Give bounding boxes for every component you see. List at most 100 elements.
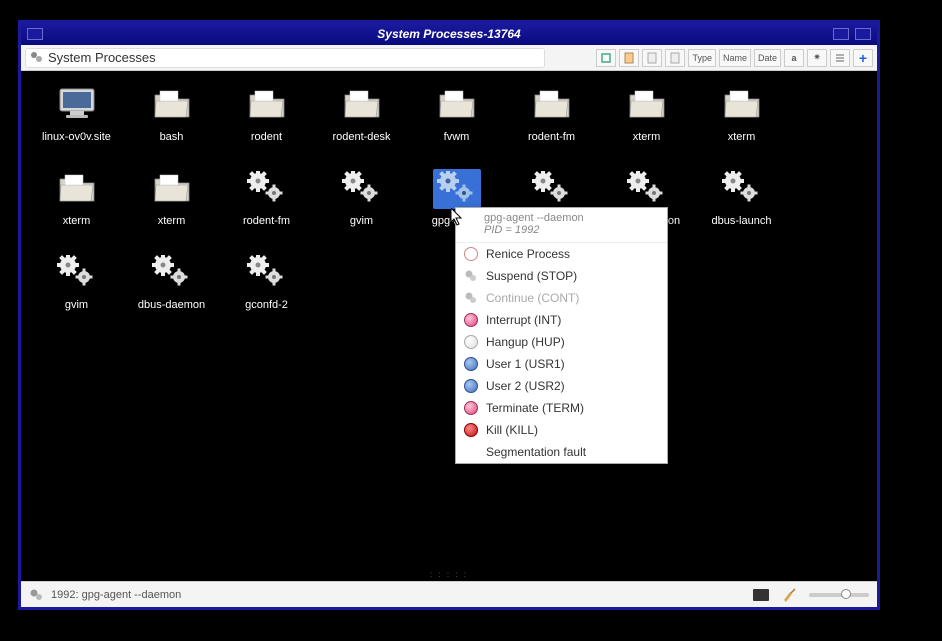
process-item[interactable]: rodent — [219, 81, 314, 165]
process-label: rodent-desk — [332, 131, 390, 143]
gears-icon — [338, 169, 386, 209]
process-label: xterm — [63, 215, 91, 227]
tool-doc1[interactable] — [619, 49, 639, 67]
process-item[interactable]: fvwm — [409, 81, 504, 165]
titlebar[interactable]: System Processes-13764 — [21, 23, 877, 45]
tool-font[interactable]: a — [784, 49, 804, 67]
signal-pink-icon — [464, 313, 478, 327]
zoom-thumb[interactable] — [841, 589, 851, 599]
app-icon — [30, 51, 44, 65]
gears-icon — [433, 169, 481, 209]
maximize-button[interactable] — [833, 28, 849, 40]
tool-add[interactable]: + — [853, 49, 873, 67]
signal-white-icon — [464, 335, 478, 349]
signal-clock-icon — [464, 247, 478, 261]
process-item[interactable]: dbus-daemon — [124, 249, 219, 333]
process-grid: linux-ov0v.site bash rodent rodent-desk fvwm… — [29, 81, 869, 333]
location-text: System Processes — [48, 50, 156, 65]
window-title: System Processes-13764 — [377, 27, 520, 41]
process-item[interactable]: xterm — [124, 165, 219, 249]
context-menu-title: gpg-agent --daemon — [484, 212, 657, 224]
process-label: rodent — [251, 131, 282, 143]
folder-icon — [243, 85, 291, 125]
process-item[interactable]: gvim — [314, 165, 409, 249]
tool-star[interactable]: ✷ — [807, 49, 827, 67]
menu-item: Continue (CONT) — [456, 287, 667, 309]
menu-item[interactable]: Suspend (STOP) — [456, 265, 667, 287]
signal-blue-icon — [464, 379, 478, 393]
status-terminal-icon[interactable] — [753, 588, 769, 602]
tool-list[interactable] — [830, 49, 850, 67]
menu-item-label: Segmentation fault — [486, 445, 586, 459]
content-area[interactable]: linux-ov0v.site bash rodent rodent-desk fvwm… — [21, 71, 877, 577]
tool-doc3[interactable] — [665, 49, 685, 67]
context-menu: gpg-agent --daemon PID = 1992 Renice Pro… — [455, 207, 668, 464]
folder-icon — [718, 85, 766, 125]
tool-doc2[interactable] — [642, 49, 662, 67]
process-item[interactable]: xterm — [694, 81, 789, 165]
menu-item-label: Renice Process — [486, 247, 570, 261]
process-item[interactable]: xterm — [599, 81, 694, 165]
menu-item-label: Hangup (HUP) — [486, 335, 565, 349]
app-window: System Processes-13764 System Processes … — [18, 20, 880, 610]
menu-item[interactable]: User 1 (USR1) — [456, 353, 667, 375]
gears-icon — [528, 169, 576, 209]
location-bar[interactable]: System Processes — [25, 48, 545, 68]
process-label: xterm — [158, 215, 186, 227]
process-item[interactable]: rodent-fm — [219, 165, 314, 249]
process-item[interactable]: bash — [124, 81, 219, 165]
tool-refresh[interactable] — [596, 49, 616, 67]
folder-icon — [528, 85, 576, 125]
menu-item-label: User 2 (USR2) — [486, 379, 565, 393]
folder-icon — [433, 85, 481, 125]
signal-none-icon — [464, 445, 478, 459]
process-label: gvim — [65, 299, 88, 311]
menu-item[interactable]: Kill (KILL) — [456, 419, 667, 441]
monitor-icon — [53, 85, 101, 125]
sort-name[interactable]: Name — [719, 49, 751, 67]
status-gears-icon — [29, 588, 45, 602]
signal-red-icon — [464, 423, 478, 437]
zoom-slider[interactable] — [809, 593, 869, 597]
menu-item-label: User 1 (USR1) — [486, 357, 565, 371]
menu-item[interactable]: Renice Process — [456, 243, 667, 265]
sort-type[interactable]: Type — [688, 49, 716, 67]
sort-date[interactable]: Date — [754, 49, 781, 67]
gears-icon — [148, 253, 196, 293]
menu-item[interactable]: Interrupt (INT) — [456, 309, 667, 331]
folder-icon — [148, 169, 196, 209]
gears-icon — [623, 169, 671, 209]
process-item[interactable]: dbus-launch — [694, 165, 789, 249]
folder-icon — [53, 169, 101, 209]
menu-item-label: Interrupt (INT) — [486, 313, 561, 327]
status-broom-icon[interactable] — [781, 588, 797, 602]
toolbar: System Processes Type Name Date a ✷ + — [21, 45, 877, 71]
process-item[interactable]: rodent-desk — [314, 81, 409, 165]
menu-item[interactable]: Segmentation fault — [456, 441, 667, 463]
pane-grip[interactable]: : : : : : — [430, 570, 468, 579]
process-label: dbus-daemon — [138, 299, 205, 311]
window-menu-button[interactable] — [27, 28, 43, 40]
process-item[interactable]: xterm — [29, 165, 124, 249]
process-item[interactable]: rodent-fm — [504, 81, 599, 165]
menu-item-label: Continue (CONT) — [486, 291, 579, 305]
process-label: xterm — [633, 131, 661, 143]
menu-item[interactable]: Hangup (HUP) — [456, 331, 667, 353]
gears-icon — [243, 169, 291, 209]
process-label: fvwm — [444, 131, 470, 143]
folder-icon — [623, 85, 671, 125]
process-item[interactable]: gconfd-2 — [219, 249, 314, 333]
gears-icon — [53, 253, 101, 293]
process-label: gvim — [350, 215, 373, 227]
status-text: 1992: gpg-agent --daemon — [51, 589, 181, 601]
menu-item[interactable]: Terminate (TERM) — [456, 397, 667, 419]
process-label: linux-ov0v.site — [42, 131, 111, 143]
process-item[interactable]: linux-ov0v.site — [29, 81, 124, 165]
process-item[interactable]: gvim — [29, 249, 124, 333]
process-label: rodent-fm — [528, 131, 575, 143]
signal-blue-icon — [464, 357, 478, 371]
menu-item-label: Suspend (STOP) — [486, 269, 577, 283]
minimize-button[interactable] — [855, 28, 871, 40]
menu-item[interactable]: User 2 (USR2) — [456, 375, 667, 397]
context-menu-pid: PID = 1992 — [484, 224, 657, 236]
